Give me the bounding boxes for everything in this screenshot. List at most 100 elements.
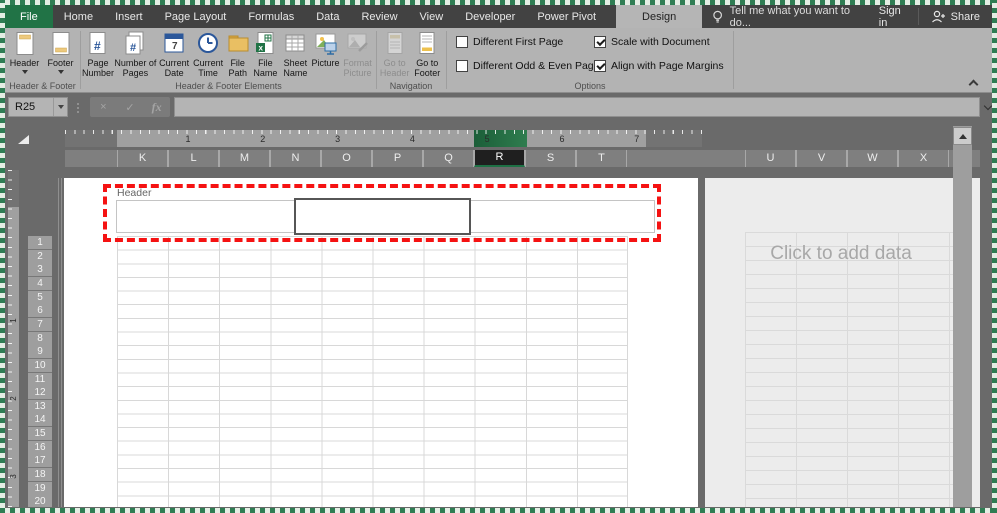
- enter-icon[interactable]: ✓: [117, 101, 144, 114]
- current-date-button[interactable]: 7 Current Date: [157, 30, 192, 78]
- row-header-6[interactable]: 6: [28, 304, 52, 318]
- picture-button[interactable]: Picture: [311, 30, 340, 68]
- ruler-mark-7: 7: [634, 134, 639, 144]
- row-header-15[interactable]: 15: [28, 427, 52, 441]
- footer-dropdown-arrow-icon[interactable]: [58, 70, 64, 74]
- checkbox-box-icon[interactable]: [456, 60, 468, 72]
- checkbox-different-first-page[interactable]: Different First Page: [456, 36, 563, 48]
- row-header-4[interactable]: 4: [28, 277, 52, 291]
- checkbox-box-icon[interactable]: [594, 60, 606, 72]
- sheet-name-button[interactable]: Sheet Name: [280, 30, 311, 78]
- page-left-edge: [58, 178, 62, 507]
- column-header-P[interactable]: P: [372, 150, 423, 167]
- column-header-T[interactable]: T: [576, 150, 627, 167]
- tab-home[interactable]: Home: [53, 5, 104, 28]
- formula-bar-grip-icon[interactable]: [77, 101, 80, 115]
- share-button[interactable]: Share: [919, 5, 992, 28]
- row-header-14[interactable]: 14: [28, 413, 52, 427]
- group-separator: [446, 31, 447, 89]
- checkbox-align-with-margins[interactable]: Align with Page Margins: [594, 60, 724, 72]
- checkbox-box-icon[interactable]: [456, 36, 468, 48]
- footer-button[interactable]: Footer: [43, 30, 78, 74]
- row-header-11[interactable]: 11: [28, 373, 52, 387]
- tab-insert[interactable]: Insert: [104, 5, 154, 28]
- go-to-header-button: Go to Header: [379, 30, 411, 78]
- worksheet-grid[interactable]: [117, 236, 628, 507]
- go-to-footer-button[interactable]: Go to Footer: [411, 30, 443, 78]
- column-header-L[interactable]: L: [168, 150, 219, 167]
- name-box-dropdown-icon[interactable]: [53, 98, 67, 116]
- sign-in-button[interactable]: Sign in: [866, 5, 918, 28]
- tab-design-active[interactable]: Design: [616, 5, 702, 28]
- column-header-X[interactable]: X: [898, 150, 949, 167]
- column-header-U[interactable]: U: [745, 150, 796, 167]
- tab-data[interactable]: Data: [305, 5, 350, 28]
- column-header-Q[interactable]: Q: [423, 150, 474, 167]
- row-header-19[interactable]: 19: [28, 482, 52, 496]
- tell-me-box[interactable]: Tell me what you want to do...: [712, 5, 865, 28]
- corner-select-triangle-icon[interactable]: [18, 135, 29, 144]
- row-header-3[interactable]: 3: [28, 263, 52, 277]
- row-header-8[interactable]: 8: [28, 332, 52, 346]
- format-picture-icon: [345, 31, 371, 57]
- column-header-W[interactable]: W: [847, 150, 898, 167]
- column-header-M[interactable]: M: [219, 150, 270, 167]
- column-header-S[interactable]: S: [525, 150, 576, 167]
- row-header-18[interactable]: 18: [28, 468, 52, 482]
- row-header-10[interactable]: 10: [28, 359, 52, 373]
- row-header-9[interactable]: 9: [28, 345, 52, 359]
- click-to-add-data-hint[interactable]: Click to add data: [710, 243, 972, 265]
- group-label-navigation: Navigation: [378, 81, 444, 91]
- tab-review[interactable]: Review: [350, 5, 408, 28]
- group-label-header-footer: Header & Footer: [6, 81, 79, 91]
- current-time-button[interactable]: Current Time: [192, 30, 225, 78]
- row-header-20[interactable]: 20: [28, 495, 52, 507]
- row-header-1[interactable]: 1: [28, 236, 52, 250]
- page-number-button[interactable]: # Page Number: [82, 30, 114, 78]
- number-of-pages-button[interactable]: # Number of Pages: [114, 30, 157, 78]
- column-header-R[interactable]: R: [474, 150, 525, 167]
- tab-view[interactable]: View: [409, 5, 455, 28]
- row-header-13[interactable]: 13: [28, 400, 52, 414]
- column-header-O[interactable]: O: [321, 150, 372, 167]
- excel-window: File HomeInsertPage LayoutFormulasDataRe…: [0, 0, 997, 513]
- column-header-V[interactable]: V: [796, 150, 847, 167]
- column-header-K[interactable]: K: [117, 150, 168, 167]
- current-date-label: Current Date: [157, 58, 192, 78]
- row-header-16[interactable]: 16: [28, 441, 52, 455]
- header-dropdown-arrow-icon[interactable]: [22, 70, 28, 74]
- tab-file[interactable]: File: [5, 5, 53, 28]
- cancel-icon[interactable]: ×: [90, 101, 117, 113]
- tab-power-pivot[interactable]: Power Pivot: [526, 5, 607, 28]
- name-box[interactable]: R25: [8, 97, 68, 117]
- sheet-name-label: Sheet Name: [280, 58, 311, 78]
- tab-page-layout[interactable]: Page Layout: [154, 5, 238, 28]
- person-icon: [931, 10, 946, 23]
- vertical-scrollbar[interactable]: [953, 126, 972, 507]
- ribbon: Header Footer Header & Footer: [5, 28, 992, 93]
- formula-buttons: × ✓ fx: [90, 97, 170, 117]
- file-path-button[interactable]: File Path: [225, 30, 251, 78]
- tab-formulas[interactable]: Formulas: [237, 5, 305, 28]
- tab-developer[interactable]: Developer: [454, 5, 526, 28]
- collapse-ribbon-icon[interactable]: [969, 78, 978, 87]
- file-name-button[interactable]: x File Name: [251, 30, 280, 78]
- file-name-icon: x: [253, 31, 277, 57]
- checkbox-label: Scale with Document: [611, 36, 710, 48]
- column-header-N[interactable]: N: [270, 150, 321, 167]
- scroll-up-icon[interactable]: [953, 127, 972, 145]
- horizontal-ruler: 1234567: [65, 130, 702, 147]
- insert-function-icon[interactable]: fx: [143, 100, 170, 115]
- row-header-2[interactable]: 2: [28, 250, 52, 264]
- next-page-grid[interactable]: [745, 232, 968, 507]
- checkbox-different-odd-even[interactable]: Different Odd & Even Pages: [456, 60, 605, 72]
- checkbox-box-icon[interactable]: [594, 36, 606, 48]
- checkbox-scale-with-document[interactable]: Scale with Document: [594, 36, 710, 48]
- header-button[interactable]: Header: [7, 30, 42, 74]
- row-header-5[interactable]: 5: [28, 291, 52, 305]
- formula-bar-input[interactable]: [174, 97, 980, 117]
- formula-bar-expand-icon[interactable]: [984, 102, 992, 110]
- row-header-17[interactable]: 17: [28, 454, 52, 468]
- row-header-7[interactable]: 7: [28, 318, 52, 332]
- row-header-12[interactable]: 12: [28, 386, 52, 400]
